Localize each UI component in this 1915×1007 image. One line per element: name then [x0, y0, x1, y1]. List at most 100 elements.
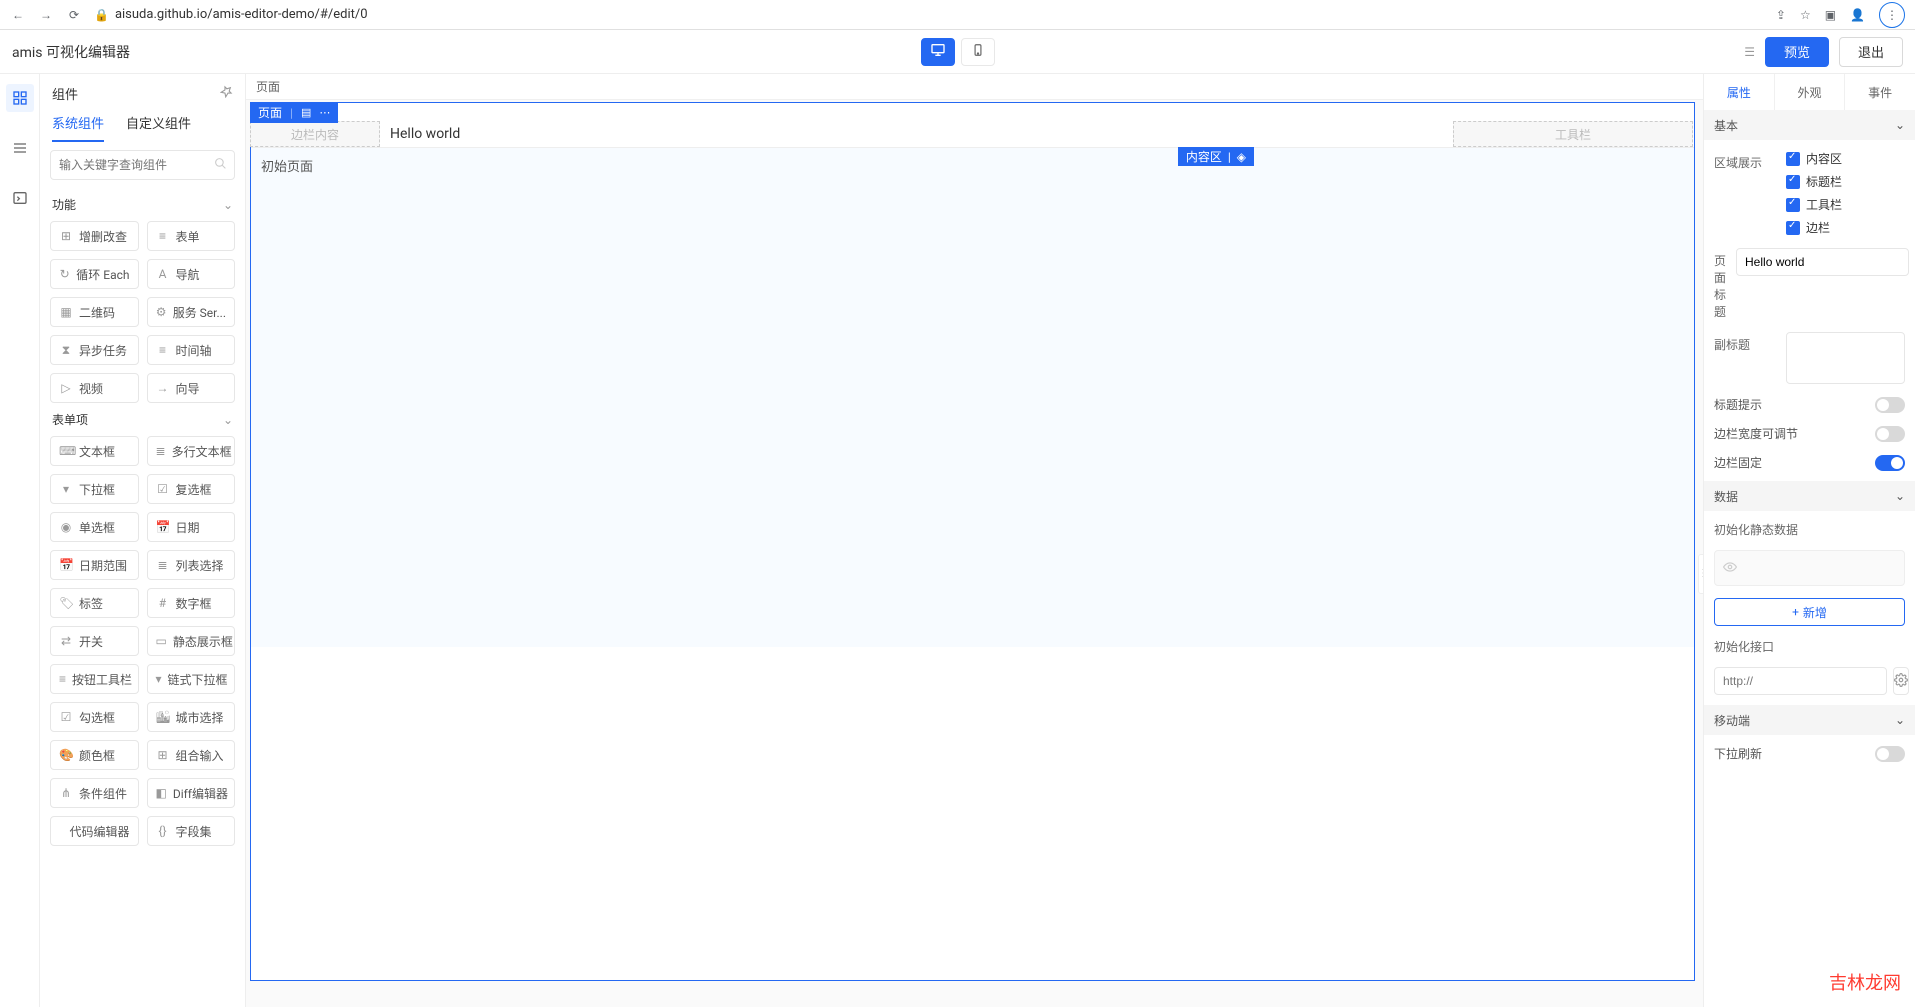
pull-refresh-switch[interactable] — [1875, 746, 1905, 762]
component-item[interactable]: ≡时间轴 — [147, 335, 236, 365]
browser-menu-icon[interactable]: ⋮ — [1879, 2, 1905, 28]
target-icon[interactable]: ◈ — [1237, 150, 1246, 164]
tab-appearance[interactable]: 外观 — [1774, 74, 1845, 110]
desktop-view-button[interactable] — [921, 38, 955, 66]
content-zone[interactable]: 初始页面 — [251, 147, 1694, 647]
component-item[interactable]: ⧗异步任务 — [50, 335, 139, 365]
subtitle-input[interactable] — [1786, 332, 1905, 384]
component-item[interactable]: ≡按钮工具栏 — [50, 664, 139, 694]
api-input[interactable] — [1714, 667, 1887, 695]
tab-custom-components[interactable]: 自定义组件 — [126, 107, 191, 142]
url-bar[interactable]: 🔒 aisuda.github.io/amis-editor-demo/#/ed… — [94, 7, 1764, 22]
component-search[interactable] — [50, 150, 235, 180]
content-tag[interactable]: 内容区 | ◈ — [1178, 147, 1254, 166]
tab-system-components[interactable]: 系统组件 — [52, 107, 104, 142]
plus-icon: + — [1792, 605, 1799, 619]
component-item[interactable]: ▷视频 — [50, 373, 139, 403]
component-item[interactable]: ▭静态展示框 — [147, 626, 236, 656]
component-item[interactable]: ⋔条件组件 — [50, 778, 139, 808]
tab-event[interactable]: 事件 — [1844, 74, 1915, 110]
back-icon[interactable]: ← — [10, 7, 26, 23]
checkbox-row[interactable]: 工具栏 — [1786, 196, 1842, 213]
gear-icon — [1894, 673, 1908, 690]
component-item[interactable]: ↻循环 Each — [50, 259, 139, 289]
extension-icon[interactable]: ▣ — [1825, 8, 1836, 22]
component-item[interactable]: 📅日期 — [147, 512, 236, 542]
title-hint-switch[interactable] — [1875, 397, 1905, 413]
checkbox-row[interactable]: 标题栏 — [1786, 173, 1842, 190]
lock-icon: 🔒 — [94, 8, 109, 22]
exit-button[interactable]: 退出 — [1839, 37, 1903, 67]
rail-code[interactable] — [6, 184, 34, 212]
section-data[interactable]: 数据 ⌄ — [1704, 481, 1915, 511]
pin-icon[interactable] — [220, 85, 233, 102]
component-item[interactable]: ☑复选框 — [147, 474, 236, 504]
component-item[interactable]: ⊞增删改查 — [50, 221, 139, 251]
menu-icon[interactable]: ☰ — [1744, 45, 1755, 59]
forward-icon[interactable]: → — [38, 7, 54, 23]
page-title[interactable]: Hello world — [380, 121, 1453, 147]
component-icon: ⋔ — [59, 786, 73, 800]
component-icon: ↻ — [59, 267, 70, 281]
eye-icon — [1723, 560, 1737, 577]
rail-outline[interactable] — [6, 134, 34, 162]
preview-button[interactable]: 预览 — [1765, 37, 1829, 67]
group-header[interactable]: 表单项 ⌄ — [50, 403, 235, 436]
resize-handle[interactable]: ⋮ — [1698, 554, 1703, 594]
component-icon: ⊞ — [156, 748, 170, 762]
component-item[interactable]: 代码编辑器 — [50, 816, 139, 846]
component-item[interactable]: {}字段集 — [147, 816, 236, 846]
side-fixed-switch[interactable] — [1875, 455, 1905, 471]
profile-icon[interactable]: 👤 — [1850, 8, 1865, 22]
toolbar-slot[interactable]: 工具栏 — [1453, 121, 1693, 147]
component-item[interactable]: ▾链式下拉框 — [147, 664, 236, 694]
component-item[interactable]: ⌨文本框 — [50, 436, 139, 466]
selection-tag[interactable]: 页面 | ▤ ⋯ — [250, 102, 338, 123]
desktop-icon — [930, 42, 946, 61]
star-icon[interactable]: ☆ — [1800, 8, 1811, 22]
component-item[interactable]: A导航 — [147, 259, 236, 289]
checkbox-icon — [1786, 198, 1800, 212]
component-item[interactable]: 🎨颜色框 — [50, 740, 139, 770]
layers-icon[interactable]: ▤ — [301, 106, 311, 119]
component-item[interactable]: ⇄开关 — [50, 626, 139, 656]
component-item[interactable]: ☑勾选框 — [50, 702, 139, 732]
side-adjustable-switch[interactable] — [1875, 426, 1905, 442]
section-mobile[interactable]: 移动端 ⌄ — [1704, 705, 1915, 735]
component-item[interactable]: ≣列表选择 — [147, 550, 236, 580]
checkbox-row[interactable]: 边栏 — [1786, 219, 1842, 236]
tab-attributes[interactable]: 属性 — [1704, 74, 1774, 110]
page-title-input[interactable] — [1736, 248, 1909, 276]
component-item[interactable]: ▦二维码 — [50, 297, 139, 327]
group-header[interactable]: 功能 ⌄ — [50, 188, 235, 221]
app-bar: amis 可视化编辑器 ☰ 预览 退出 — [0, 30, 1915, 74]
checkbox-row[interactable]: 内容区 — [1786, 150, 1842, 167]
share-icon[interactable]: ⇪ — [1776, 8, 1786, 22]
component-item[interactable]: ▾下拉框 — [50, 474, 139, 504]
add-data-button[interactable]: + 新增 — [1714, 598, 1905, 626]
component-item[interactable]: ◧Diff编辑器 — [147, 778, 236, 808]
component-item[interactable]: ◉单选框 — [50, 512, 139, 542]
label-init-api: 初始化接口 — [1714, 638, 1905, 655]
component-item[interactable]: ⊞组合输入 — [147, 740, 236, 770]
page-frame[interactable]: 页面 | ▤ ⋯ 边栏内容 Hello world 工具栏 内容区 | ◈ 初始… — [250, 102, 1695, 981]
component-item[interactable]: ≡表单 — [147, 221, 236, 251]
component-item[interactable]: ⚙服务 Ser... — [147, 297, 236, 327]
browser-bar: ← → ⟳ 🔒 aisuda.github.io/amis-editor-dem… — [0, 0, 1915, 30]
component-item[interactable]: 🏙城市选择 — [147, 702, 236, 732]
search-input[interactable] — [59, 158, 214, 172]
component-item[interactable]: ≣多行文本框 — [147, 436, 236, 466]
component-item[interactable]: 📅日期范围 — [50, 550, 139, 580]
mobile-view-button[interactable] — [961, 38, 995, 66]
api-settings-button[interactable] — [1893, 667, 1909, 695]
search-icon — [214, 157, 227, 173]
component-item[interactable]: #数字框 — [147, 588, 236, 618]
rail-components[interactable] — [6, 84, 34, 112]
reload-icon[interactable]: ⟳ — [66, 7, 82, 23]
static-data-editor[interactable] — [1714, 550, 1905, 586]
component-item[interactable]: 🏷标签 — [50, 588, 139, 618]
aside-slot[interactable]: 边栏内容 — [250, 121, 380, 147]
component-item[interactable]: →向导 — [147, 373, 236, 403]
section-basic[interactable]: 基本 ⌄ — [1704, 110, 1915, 140]
more-icon[interactable]: ⋯ — [319, 106, 330, 119]
